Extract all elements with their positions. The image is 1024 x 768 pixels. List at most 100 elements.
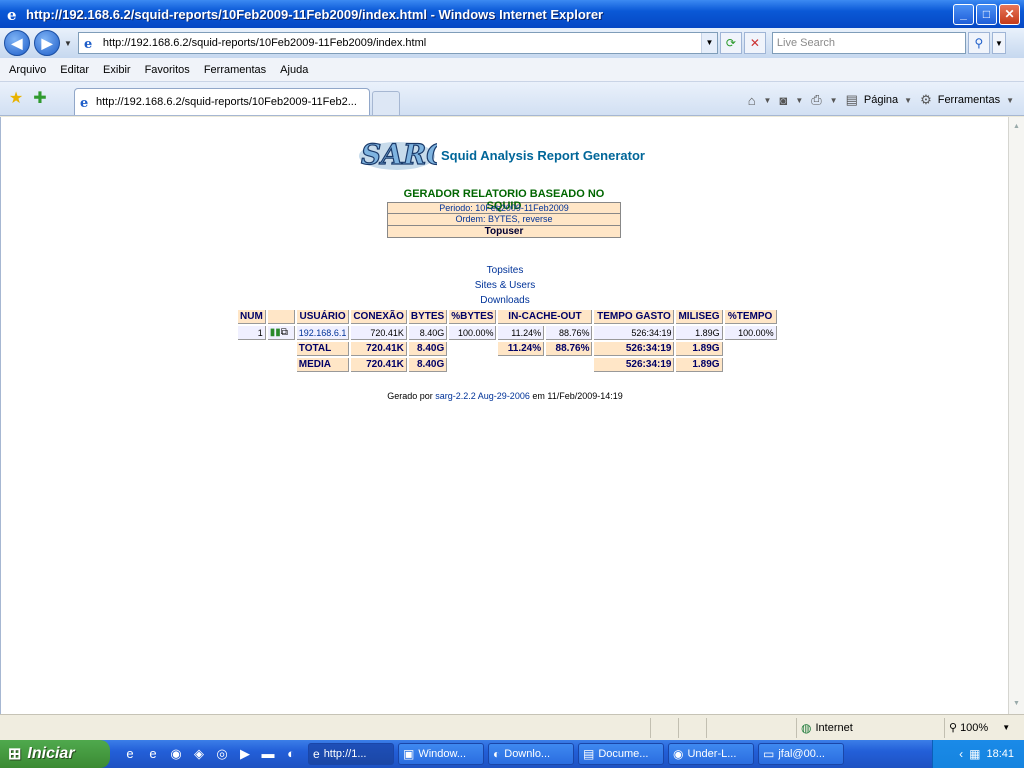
vertical-scrollbar[interactable]: ▲ ▼ (1008, 117, 1024, 714)
globe-icon: ◍ (801, 720, 812, 735)
tools-gear-icon[interactable]: ⚙ (920, 92, 932, 108)
address-url[interactable]: http://192.168.6.2/squid-reports/10Feb20… (103, 37, 701, 49)
total-label: TOTAL (296, 342, 350, 356)
footer-sarg-link[interactable]: sarg-2.2.2 Aug-29-2006 (435, 391, 530, 401)
folder-icon: ▤ (583, 747, 595, 761)
print-icon[interactable]: ⎙ (811, 92, 821, 108)
scroll-up-icon[interactable]: ▲ (1009, 119, 1024, 135)
col-usuario: USUÁRIO (296, 310, 350, 324)
total-tempo: 526:34:19 (594, 342, 675, 356)
tray-expand-icon[interactable]: ‹ (959, 747, 963, 761)
menu-exibir[interactable]: Exibir (96, 64, 138, 76)
report-footer: Gerado por sarg-2.2.2 Aug-29-2006 em 11/… (1, 391, 1009, 401)
tab-sarg-report[interactable]: e http://192.168.6.2/squid-reports/10Feb… (74, 88, 370, 115)
feeds-dropdown-icon[interactable]: ▼ (795, 96, 803, 105)
tools-dropdown-icon[interactable]: ▼ (1006, 96, 1014, 105)
address-bar[interactable]: e http://192.168.6.2/squid-reports/10Feb… (77, 32, 718, 54)
cell-miliseg: 1.89G (676, 326, 723, 340)
report-heading: GERADOR RELATORIO BASEADO NO SQUID (403, 188, 605, 212)
search-options-icon[interactable]: ▼ (991, 32, 1006, 54)
datetime-icon[interactable]: ⧉ (281, 327, 288, 338)
ql-desktop-icon[interactable]: ▬ (258, 744, 278, 764)
cell-tempo: 526:34:19 (594, 326, 675, 340)
cell-in-cache: 11.24% (498, 326, 545, 340)
stop-icon[interactable]: ✕ (743, 32, 766, 54)
graph-icon[interactable]: ▮▮ (270, 327, 281, 338)
address-dropdown-icon[interactable]: ▼ (700, 33, 717, 53)
ql-chrome-icon[interactable]: ◐ (281, 744, 301, 764)
taskbar-item-window[interactable]: ▣ Window... (398, 743, 484, 765)
total-in-cache: 11.24% (498, 342, 545, 356)
zoom-dropdown-icon[interactable]: ▼ (1002, 723, 1010, 732)
taskbar-item-ie[interactable]: e http://1... (308, 743, 394, 765)
ql-firefox-icon[interactable]: ◉ (166, 744, 186, 764)
maximize-button[interactable]: □ (976, 3, 997, 25)
firefox-icon: ◉ (673, 747, 684, 761)
ql-player-icon[interactable]: ▶ (235, 744, 255, 764)
window-icon: ▣ (403, 747, 415, 761)
link-sites-users[interactable]: Sites & Users (1, 278, 1009, 293)
media-row: MEDIA 720.41K 8.40G 526:34:19 1.89G (238, 358, 777, 372)
zone-label: Internet (815, 721, 853, 734)
total-out-cache: 88.76% (546, 342, 593, 356)
media-label: MEDIA (296, 358, 350, 372)
print-dropdown-icon[interactable]: ▼ (830, 96, 838, 105)
footer-prefix: Gerado por (387, 391, 433, 401)
col-num: NUM (238, 310, 266, 324)
zoom-level[interactable]: 100% (960, 722, 988, 734)
table-row: 1 ▮▮⧉ 192.168.6.1 720.41K 8.40G 100.00% … (238, 326, 777, 340)
history-dropdown-icon[interactable]: ▼ (64, 39, 72, 48)
network-icon[interactable]: ▦ (969, 747, 980, 761)
quick-launch: e e ◉ ◈ ◎ ▶ ▬ ◐ (120, 744, 304, 764)
svg-text:e: e (7, 6, 17, 22)
taskbar-item-firefox[interactable]: ◉ Under-L... (668, 743, 754, 765)
home-dropdown-icon[interactable]: ▼ (764, 96, 772, 105)
ql-app-icon[interactable]: ◈ (189, 744, 209, 764)
ql-ie-icon[interactable]: e (120, 744, 140, 764)
taskbar-item-documents[interactable]: ▤ Docume... (578, 743, 664, 765)
feeds-icon[interactable]: ◙ (779, 93, 787, 108)
window-title: http://192.168.6.2/squid-reports/10Feb20… (26, 6, 604, 22)
cell-user-link[interactable]: 192.168.6.1 (296, 326, 350, 340)
menu-arquivo[interactable]: Arquivo (2, 64, 53, 76)
zoom-control[interactable]: ⚲ 100% ▼ (944, 717, 1024, 738)
home-icon[interactable]: ⌂ (748, 93, 756, 108)
start-button[interactable]: ⊞ Iniciar (0, 740, 110, 768)
search-input[interactable]: Live Search (771, 32, 966, 54)
new-tab-button[interactable] (372, 91, 400, 115)
menu-ajuda[interactable]: Ajuda (273, 64, 315, 76)
back-button[interactable]: ◀ (4, 30, 30, 56)
favorites-star-icon[interactable]: ★ (6, 89, 26, 109)
taskbar-item-chrome[interactable]: ◐ Downlo... (488, 743, 574, 765)
total-conexao: 720.41K (351, 342, 407, 356)
window-titlebar: e http://192.168.6.2/squid-reports/10Feb… (0, 0, 1024, 28)
scroll-down-icon[interactable]: ▼ (1009, 696, 1024, 712)
taskbar: ⊞ Iniciar e e ◉ ◈ ◎ ▶ ▬ ◐ e http://1... ▣… (0, 740, 1024, 768)
menu-editar[interactable]: Editar (53, 64, 96, 76)
total-row: TOTAL 720.41K 8.40G 11.24% 88.76% 526:34… (238, 342, 777, 356)
media-conexao: 720.41K (351, 358, 407, 372)
add-favorite-icon[interactable]: ✚ (30, 89, 50, 109)
page-menu-icon[interactable]: ▤ (846, 92, 858, 108)
tools-menu-button[interactable]: Ferramentas (938, 94, 1000, 106)
command-bar: ⌂ ▼ ◙ ▼ ⎙ ▼ ▤ Página ▼ ⚙ Ferramentas ▼ (744, 85, 1024, 115)
link-downloads[interactable]: Downloads (1, 293, 1009, 308)
taskbar-item-terminal[interactable]: ▭ jfal@00... (758, 743, 844, 765)
ql-ie2-icon[interactable]: e (143, 744, 163, 764)
search-icon[interactable]: ⚲ (967, 32, 990, 54)
ql-media-icon[interactable]: ◎ (212, 744, 232, 764)
cell-pct-tempo: 100.00% (724, 326, 777, 340)
menu-favoritos[interactable]: Favoritos (138, 64, 197, 76)
minimize-button[interactable]: _ (953, 3, 974, 25)
page-menu-button[interactable]: Página (864, 94, 898, 106)
refresh-icon[interactable]: ⟳ (719, 32, 742, 54)
close-button[interactable]: ✕ (999, 3, 1020, 25)
report-header-box: GERADOR RELATORIO BASEADO NO SQUID Perio… (387, 188, 621, 238)
page-dropdown-icon[interactable]: ▼ (904, 96, 912, 105)
menu-ferramentas[interactable]: Ferramentas (197, 64, 273, 76)
report-order: Ordem: BYTES, reverse (387, 214, 621, 226)
col-bytes: BYTES (408, 310, 448, 324)
link-topsites[interactable]: Topsites (1, 263, 1009, 278)
forward-button[interactable]: ▶ (34, 30, 60, 56)
col-conexao: CONEXÃO (351, 310, 407, 324)
